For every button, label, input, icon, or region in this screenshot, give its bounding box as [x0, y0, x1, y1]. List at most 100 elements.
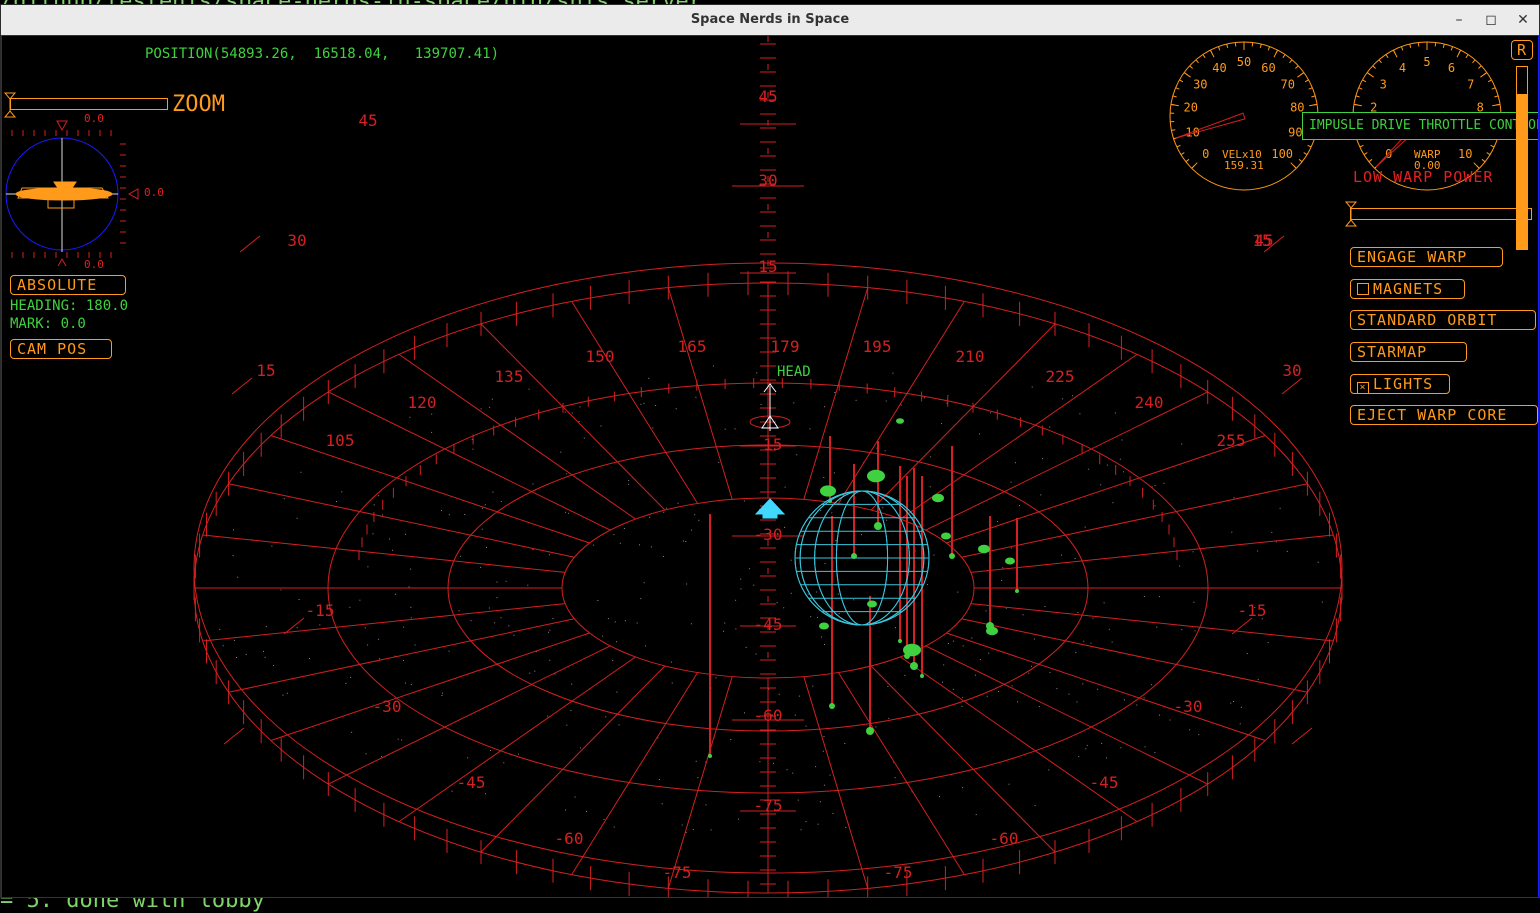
gauge-tick-label: 4 [1399, 61, 1406, 75]
starmap-button[interactable]: STARMAP [1350, 342, 1467, 362]
zoom-slider[interactable] [10, 98, 168, 110]
contact-blip[interactable] [1005, 558, 1015, 565]
pitch-label-right: -45 [1090, 773, 1119, 792]
gauge-tick-label: 5 [1423, 55, 1430, 69]
title-bar[interactable]: Space Nerds in Space – ◻ ✕ [1, 5, 1539, 36]
lights-checkbox-icon[interactable]: × [1357, 382, 1369, 394]
zoom-label: ZOOM [172, 92, 225, 117]
pitch-label-right: -75 [884, 863, 913, 882]
lights-toggle[interactable]: × LIGHTS [1350, 374, 1450, 394]
pitch-label-right: 30 [1282, 361, 1301, 380]
compass-label: 210 [956, 347, 985, 366]
pitch-label-center: 45 [758, 87, 777, 106]
contact-blip[interactable] [910, 662, 918, 670]
contact-blip[interactable] [829, 703, 835, 709]
planet-icon[interactable] [795, 491, 929, 625]
pitch-label-left: 30 [287, 231, 306, 250]
mark-readout: MARK: 0.0 [10, 316, 86, 332]
gauge-tick-label: 70 [1280, 77, 1294, 91]
gauge-tick-label: 100 [1271, 147, 1293, 161]
window-title: Space Nerds in Space [1, 12, 1539, 27]
zoom-bottom-value: 0.0 [84, 258, 104, 271]
magnets-checkbox-icon[interactable] [1357, 283, 1369, 295]
cam-pos-button[interactable]: CAM POS [10, 339, 112, 359]
low-warp-power-warning: LOW WARP POWER [1353, 168, 1493, 186]
contact-blip[interactable] [978, 545, 990, 553]
pitch-label-center: -60 [754, 706, 783, 725]
gauge-tick-label: 40 [1212, 61, 1226, 75]
r-button[interactable]: R [1511, 40, 1533, 60]
compass-label: 255 [1217, 431, 1246, 450]
gauge-tick-label: 6 [1448, 61, 1455, 75]
contact-blip[interactable] [941, 533, 951, 540]
compass-label: 105 [326, 431, 355, 450]
friendly-ship-icon[interactable] [756, 499, 784, 518]
position-x: 54893.26, [221, 46, 297, 62]
player-ship-icon[interactable] [750, 384, 790, 431]
contact-blip[interactable] [820, 485, 836, 496]
contact-blip[interactable] [867, 601, 877, 608]
contact-blip[interactable] [986, 627, 998, 635]
standard-orbit-button[interactable]: STANDARD ORBIT [1350, 310, 1536, 330]
compass-label: 135 [495, 367, 524, 386]
pitch-label-left: -75 [663, 863, 692, 882]
gauge-tick-label: 3 [1380, 77, 1387, 91]
absolute-button[interactable]: ABSOLUTE [10, 275, 126, 295]
contact-blip[interactable] [867, 470, 885, 483]
contact-blip[interactable] [903, 644, 921, 657]
heading-readout: HEADING: 180.0 [10, 298, 128, 314]
contact-blip[interactable] [708, 754, 712, 758]
contact-blip[interactable] [898, 639, 902, 643]
contact-blip[interactable] [932, 494, 944, 502]
contact-blip[interactable] [1015, 589, 1019, 593]
pitch-label-right: -30 [1174, 697, 1203, 716]
position-y: 16518.04, [314, 46, 390, 62]
contact-blip[interactable] [819, 623, 829, 630]
contact-blip[interactable] [920, 674, 924, 678]
compass-labels: 105120135150165179195210225240255 [326, 337, 1246, 450]
gauge-tick-label: 10 [1185, 126, 1199, 140]
position-z: 139707.41) [415, 46, 499, 62]
pitch-label-center: 15 [758, 257, 777, 276]
impulse-throttle-fill [1517, 94, 1527, 249]
contact-blip[interactable] [949, 553, 955, 559]
gauge-tick-label: 0 [1202, 147, 1209, 161]
minimize-icon[interactable]: – [1449, 10, 1469, 30]
position-readout: POSITION(54893.26, 16518.04, 139707.41) [145, 46, 499, 62]
impulse-throttle-tooltip: IMPUSLE DRIVE THROTTLE CONTROL [1302, 112, 1539, 140]
gauge-tick-label: 7 [1467, 77, 1474, 91]
attitude-indicator[interactable] [2, 116, 162, 266]
engage-warp-button[interactable]: ENGAGE WARP [1350, 247, 1503, 267]
gauge-tick-label: 20 [1183, 101, 1197, 115]
magnets-label: MAGNETS [1373, 280, 1443, 298]
contact-blip[interactable] [874, 522, 882, 530]
pitch-label-left: -45 [457, 773, 486, 792]
ship-silhouette-icon [16, 182, 112, 208]
gauge-tick-label: 10 [1458, 147, 1472, 161]
velocity-value: 159.31 [1224, 159, 1264, 172]
compass-label: 240 [1135, 393, 1164, 412]
pitch-labels: 453015-15-30-45-60-75454530301515-15-15-… [256, 87, 1301, 882]
compass-label: 225 [1046, 367, 1075, 386]
gauge-tick-label: 50 [1237, 55, 1251, 69]
contact-blip[interactable] [866, 727, 874, 735]
warp-slider[interactable] [1350, 208, 1532, 220]
warp-slider-handle[interactable] [1344, 200, 1358, 230]
impulse-throttle-bar[interactable] [1516, 66, 1528, 250]
main-viewscreen[interactable]: 105120135150165179195210225240255 453015… [1, 35, 1539, 898]
gauge-tick-label: 60 [1261, 61, 1275, 75]
pitch-label-center: -75 [754, 796, 783, 815]
compass-label: 165 [678, 337, 707, 356]
pitch-label-center: -15 [754, 435, 783, 454]
close-icon[interactable]: ✕ [1513, 10, 1533, 30]
pitch-label-left: 15 [256, 361, 275, 380]
maximize-icon[interactable]: ◻ [1481, 10, 1501, 30]
contact-blip[interactable] [896, 418, 904, 424]
compass-label: 195 [863, 337, 892, 356]
pitch-label-center: -30 [754, 525, 783, 544]
gauge-tick-label: 0 [1385, 147, 1392, 161]
eject-warp-core-button[interactable]: EJECT WARP CORE [1350, 405, 1538, 425]
zoom-side-value: 0.0 [144, 186, 164, 199]
lights-label: LIGHTS [1373, 375, 1433, 393]
magnets-toggle[interactable]: MAGNETS [1350, 279, 1465, 299]
